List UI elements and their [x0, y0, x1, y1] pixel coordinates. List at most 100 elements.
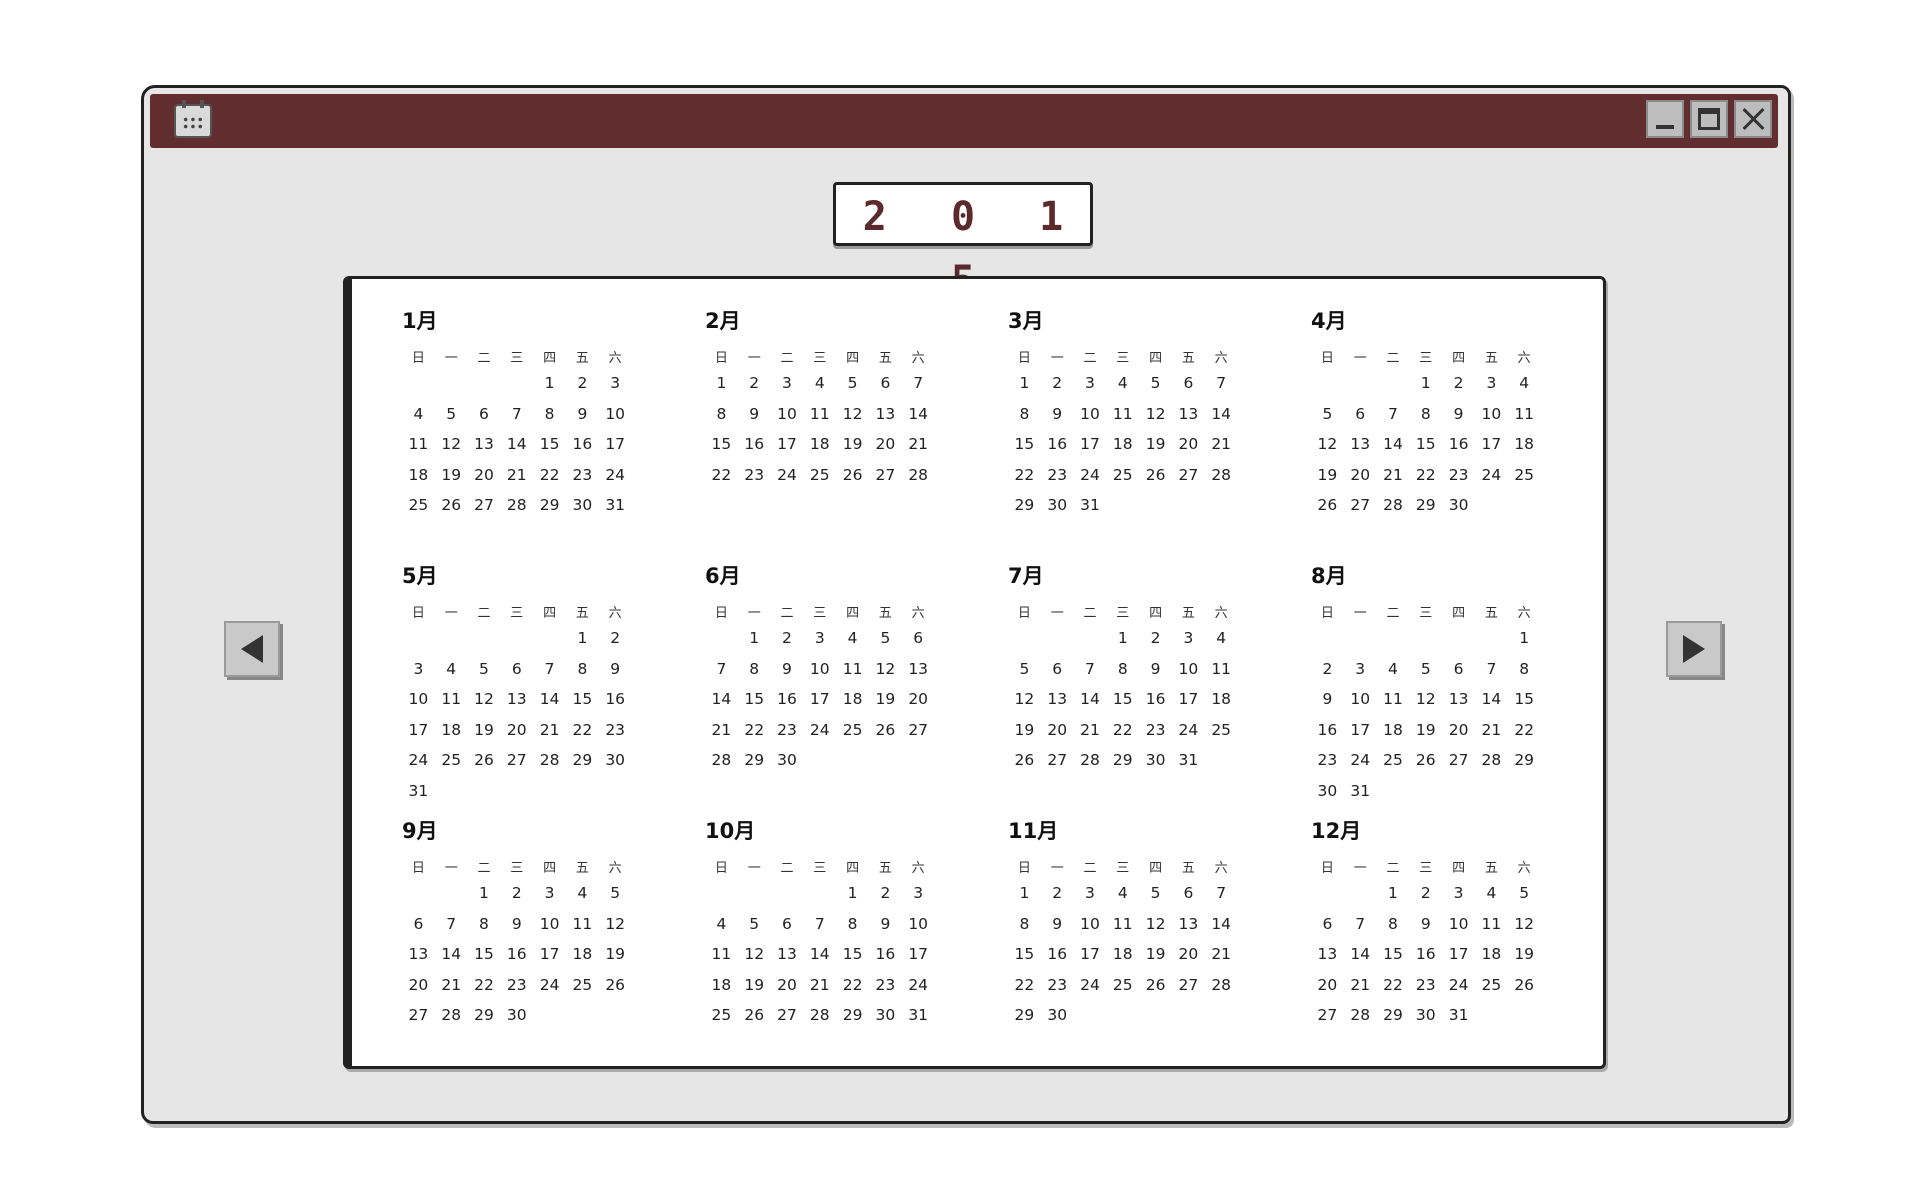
- day-cell[interactable]: 28: [1205, 466, 1238, 497]
- day-cell[interactable]: 3: [1074, 884, 1107, 915]
- day-cell[interactable]: 20: [771, 976, 804, 1007]
- day-cell[interactable]: 28: [1074, 751, 1107, 782]
- day-cell[interactable]: 13: [902, 660, 935, 691]
- day-cell[interactable]: 16: [1139, 690, 1172, 721]
- day-cell[interactable]: 12: [1508, 915, 1541, 946]
- day-cell[interactable]: 23: [599, 721, 632, 752]
- day-cell[interactable]: 15: [705, 435, 738, 466]
- day-cell[interactable]: 3: [1344, 660, 1377, 691]
- day-cell[interactable]: 2: [1041, 374, 1074, 405]
- day-cell[interactable]: 23: [738, 466, 771, 497]
- day-cell[interactable]: 4: [402, 405, 435, 436]
- day-cell[interactable]: 2: [1041, 884, 1074, 915]
- day-cell[interactable]: 15: [1409, 435, 1442, 466]
- day-cell[interactable]: 8: [836, 915, 869, 946]
- day-cell[interactable]: 25: [705, 1006, 738, 1037]
- day-cell[interactable]: 29: [1008, 1006, 1041, 1037]
- day-cell[interactable]: 2: [771, 629, 804, 660]
- day-cell[interactable]: 7: [1475, 660, 1508, 691]
- day-cell[interactable]: 20: [1344, 466, 1377, 497]
- day-cell[interactable]: 5: [1008, 660, 1041, 691]
- day-cell[interactable]: 16: [771, 690, 804, 721]
- day-cell[interactable]: 1: [836, 884, 869, 915]
- day-cell[interactable]: 20: [468, 466, 501, 497]
- day-cell[interactable]: 25: [836, 721, 869, 752]
- day-cell[interactable]: 14: [705, 690, 738, 721]
- day-cell[interactable]: 29: [1377, 1006, 1410, 1037]
- day-cell[interactable]: 25: [1475, 976, 1508, 1007]
- day-cell[interactable]: 10: [1074, 405, 1107, 436]
- day-cell[interactable]: 21: [533, 721, 566, 752]
- day-cell[interactable]: 7: [533, 660, 566, 691]
- day-cell[interactable]: 6: [468, 405, 501, 436]
- day-cell[interactable]: 16: [1311, 721, 1344, 752]
- day-cell[interactable]: 16: [566, 435, 599, 466]
- day-cell[interactable]: 20: [1442, 721, 1475, 752]
- day-cell[interactable]: 13: [1041, 690, 1074, 721]
- day-cell[interactable]: 3: [599, 374, 632, 405]
- day-cell[interactable]: 2: [1409, 884, 1442, 915]
- day-cell[interactable]: 19: [738, 976, 771, 1007]
- day-cell[interactable]: 9: [500, 915, 533, 946]
- day-cell[interactable]: 8: [1409, 405, 1442, 436]
- day-cell[interactable]: 22: [705, 466, 738, 497]
- close-icon[interactable]: [1734, 100, 1772, 138]
- day-cell[interactable]: 17: [1442, 945, 1475, 976]
- day-cell[interactable]: 10: [599, 405, 632, 436]
- day-cell[interactable]: 21: [1377, 466, 1410, 497]
- day-cell[interactable]: 4: [803, 374, 836, 405]
- day-cell[interactable]: 27: [1041, 751, 1074, 782]
- day-cell[interactable]: 18: [1377, 721, 1410, 752]
- day-cell[interactable]: 23: [1041, 466, 1074, 497]
- day-cell[interactable]: 26: [1409, 751, 1442, 782]
- day-cell[interactable]: 16: [869, 945, 902, 976]
- day-cell[interactable]: 8: [1008, 915, 1041, 946]
- day-cell[interactable]: 6: [1172, 884, 1205, 915]
- day-cell[interactable]: 1: [566, 629, 599, 660]
- day-cell[interactable]: 8: [1008, 405, 1041, 436]
- day-cell[interactable]: 23: [869, 976, 902, 1007]
- day-cell[interactable]: 23: [1409, 976, 1442, 1007]
- day-cell[interactable]: 14: [1074, 690, 1107, 721]
- day-cell[interactable]: 10: [1344, 690, 1377, 721]
- day-cell[interactable]: 31: [1172, 751, 1205, 782]
- day-cell[interactable]: 30: [771, 751, 804, 782]
- day-cell[interactable]: 16: [1041, 435, 1074, 466]
- day-cell[interactable]: 9: [1442, 405, 1475, 436]
- day-cell[interactable]: 2: [566, 374, 599, 405]
- day-cell[interactable]: 24: [1074, 976, 1107, 1007]
- day-cell[interactable]: 18: [1508, 435, 1541, 466]
- day-cell[interactable]: 8: [705, 405, 738, 436]
- day-cell[interactable]: 27: [869, 466, 902, 497]
- day-cell[interactable]: 30: [1041, 1006, 1074, 1037]
- day-cell[interactable]: 7: [705, 660, 738, 691]
- day-cell[interactable]: 29: [1008, 496, 1041, 527]
- day-cell[interactable]: 6: [902, 629, 935, 660]
- day-cell[interactable]: 19: [1311, 466, 1344, 497]
- day-cell[interactable]: 12: [869, 660, 902, 691]
- day-cell[interactable]: 26: [738, 1006, 771, 1037]
- day-cell[interactable]: 19: [836, 435, 869, 466]
- day-cell[interactable]: 22: [1008, 976, 1041, 1007]
- day-cell[interactable]: 13: [468, 435, 501, 466]
- day-cell[interactable]: 6: [1311, 915, 1344, 946]
- day-cell[interactable]: 8: [1377, 915, 1410, 946]
- day-cell[interactable]: 18: [402, 466, 435, 497]
- day-cell[interactable]: 2: [1311, 660, 1344, 691]
- day-cell[interactable]: 4: [1475, 884, 1508, 915]
- day-cell[interactable]: 20: [500, 721, 533, 752]
- day-cell[interactable]: 1: [1409, 374, 1442, 405]
- day-cell[interactable]: 26: [1139, 976, 1172, 1007]
- day-cell[interactable]: 22: [1409, 466, 1442, 497]
- day-cell[interactable]: 17: [771, 435, 804, 466]
- day-cell[interactable]: 10: [1172, 660, 1205, 691]
- title-bar[interactable]: [150, 94, 1778, 148]
- day-cell[interactable]: 9: [1041, 405, 1074, 436]
- day-cell[interactable]: 28: [533, 751, 566, 782]
- day-cell[interactable]: 31: [1344, 782, 1377, 813]
- day-cell[interactable]: 30: [869, 1006, 902, 1037]
- day-cell[interactable]: 1: [738, 629, 771, 660]
- day-cell[interactable]: 13: [500, 690, 533, 721]
- day-cell[interactable]: 18: [1205, 690, 1238, 721]
- day-cell[interactable]: 25: [1377, 751, 1410, 782]
